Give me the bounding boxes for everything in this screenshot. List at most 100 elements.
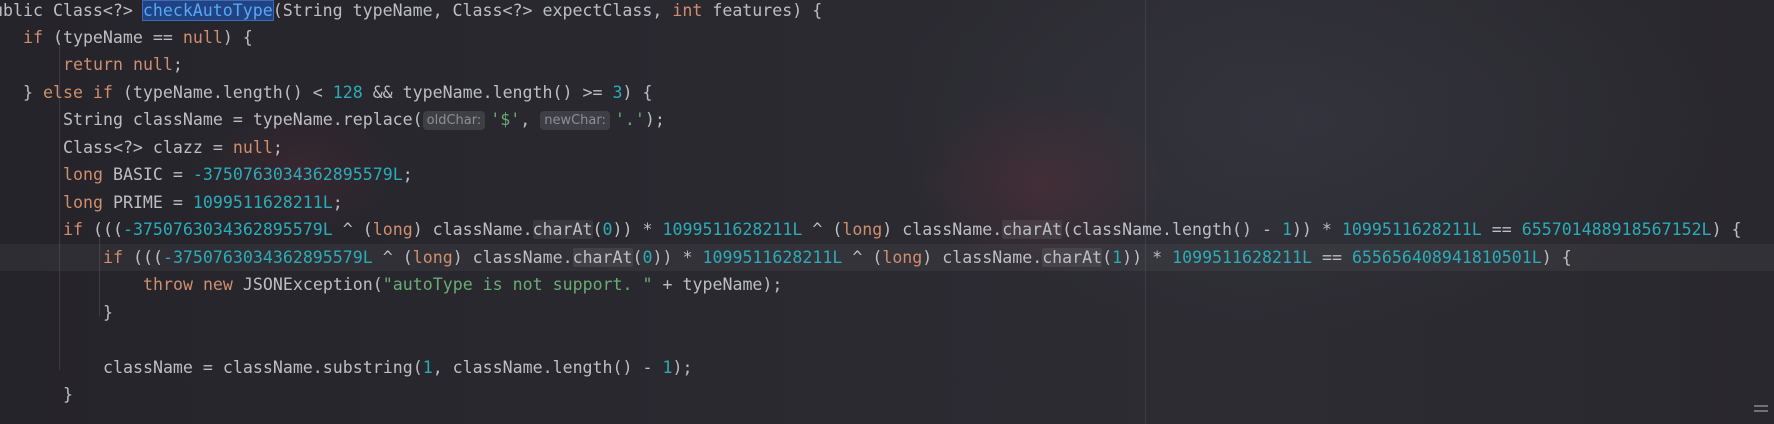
code-token: ^ (: [372, 248, 413, 267]
code-token: className = className.substring(: [103, 358, 423, 377]
code-token: ) className.: [882, 220, 1003, 239]
code-token: ublic Class<?>: [0, 1, 143, 20]
code-token: (: [592, 220, 603, 239]
code-token: );: [672, 358, 693, 377]
code-line-8[interactable]: long PRIME = 1099511628211L;: [63, 189, 343, 216]
code-token: ;: [332, 193, 343, 212]
code-token: , className.length() -: [432, 358, 663, 377]
code-token: && typeName.length() >=: [362, 83, 613, 102]
code-line-15[interactable]: }: [63, 381, 73, 408]
code-token: }: [63, 385, 73, 404]
code-token: (((: [82, 220, 123, 239]
char-literal: '.': [614, 110, 645, 129]
number-literal: -3750763034362895579L: [122, 220, 333, 239]
code-token: )) *: [1122, 248, 1173, 267]
parameter-hint-newchar: newChar:: [540, 111, 610, 130]
method-call: charAt: [572, 248, 633, 267]
keyword: else if: [42, 83, 113, 102]
code-token: ;: [272, 138, 283, 157]
code-line-11[interactable]: throw new JSONException("autoType is not…: [143, 271, 782, 298]
code-editor[interactable]: ublic Class<?> checkAutoType(String type…: [0, 0, 1774, 424]
method-call: charAt: [1042, 248, 1103, 267]
code-line-3[interactable]: return null;: [63, 51, 183, 78]
number-literal: 0: [602, 220, 613, 239]
keyword: long: [842, 220, 883, 239]
code-token: ) className.: [922, 248, 1043, 267]
number-literal: -3750763034362895579L: [192, 165, 403, 184]
code-token: ,: [520, 110, 541, 129]
code-token: ;: [402, 165, 413, 184]
code-token: ) {: [222, 28, 253, 47]
code-token: + typeName);: [652, 275, 783, 294]
keyword: if: [23, 28, 43, 47]
code-line-9[interactable]: if (((-3750763034362895579L ^ (long) cla…: [63, 216, 1742, 243]
code-token: features) {: [702, 1, 823, 20]
code-token: BASIC =: [102, 165, 193, 184]
keyword: null: [132, 55, 173, 74]
code-token: ) {: [1711, 220, 1742, 239]
code-line-5[interactable]: String className = typeName.replace(oldC…: [63, 106, 665, 133]
code-line-4[interactable]: } else if (typeName.length() < 128 && ty…: [23, 79, 652, 106]
number-literal: 1: [662, 358, 673, 377]
code-token: (String typeName, Class<?> expectClass,: [272, 1, 673, 20]
code-token: ^ (: [842, 248, 883, 267]
code-token: ) {: [1541, 248, 1572, 267]
keyword: return: [63, 55, 123, 74]
scroll-marker-icon[interactable]: [1754, 405, 1768, 407]
code-token: Class<?> clazz =: [63, 138, 233, 157]
number-literal: -3750763034362895579L: [162, 248, 373, 267]
keyword: long: [882, 248, 923, 267]
number-literal: 1099511628211L: [1341, 220, 1482, 239]
keyword: if: [103, 248, 123, 267]
keyword: null: [182, 28, 223, 47]
code-token: );: [644, 110, 665, 129]
number-literal: 1099511628211L: [1172, 248, 1312, 267]
code-token: PRIME =: [102, 193, 193, 212]
method-name-selected[interactable]: checkAutoType: [141, 0, 274, 21]
number-literal: 128: [332, 83, 363, 102]
char-literal: '$': [490, 110, 521, 129]
code-line-7[interactable]: long BASIC = -3750763034362895579L;: [63, 161, 413, 188]
code-token: ^ (: [332, 220, 373, 239]
keyword: long: [63, 165, 103, 184]
code-token: )) *: [1291, 220, 1342, 239]
code-token: }: [103, 303, 113, 322]
code-token: (: [1102, 248, 1113, 267]
code-token: (((: [122, 248, 163, 267]
code-token: }: [23, 83, 43, 102]
code-line-6[interactable]: Class<?> clazz = null;: [63, 134, 283, 161]
keyword: null: [232, 138, 273, 157]
number-literal: 655701488918567152L: [1521, 220, 1712, 239]
code-token: JSONException(: [232, 275, 383, 294]
code-token: ==: [1481, 220, 1522, 239]
string-literal: "autoType is not support. ": [382, 275, 653, 294]
code-line-1[interactable]: ublic Class<?> checkAutoType(String type…: [0, 0, 822, 24]
indent-guide: [99, 234, 100, 316]
keyword: if: [63, 220, 83, 239]
number-literal: 3: [612, 83, 623, 102]
code-token: )) *: [612, 220, 663, 239]
code-line-12[interactable]: }: [103, 299, 113, 326]
code-line-2[interactable]: if (typeName == null) {: [23, 24, 253, 51]
number-literal: 1: [422, 358, 433, 377]
code-token: (typeName.length() <: [112, 83, 333, 102]
code-token: ) className.: [412, 220, 533, 239]
code-token: ;: [172, 55, 183, 74]
number-literal: 1099511628211L: [662, 220, 803, 239]
keyword: int: [672, 1, 703, 20]
number-literal: 1: [1281, 220, 1292, 239]
code-line-10[interactable]: if (((-3750763034362895579L ^ (long) cla…: [103, 244, 1572, 271]
number-literal: 1: [1112, 248, 1123, 267]
method-call: charAt: [532, 220, 593, 239]
code-token: ) className.: [452, 248, 573, 267]
code-line-14[interactable]: className = className.substring(1, class…: [103, 354, 692, 381]
code-token: (: [632, 248, 643, 267]
code-token: (typeName ==: [42, 28, 183, 47]
keyword: throw new: [143, 275, 233, 294]
number-literal: 1099511628211L: [702, 248, 843, 267]
keyword: long: [372, 220, 413, 239]
right-margin-guide: [1145, 0, 1146, 424]
method-call: charAt: [1002, 220, 1063, 239]
code-token: ==: [1311, 248, 1352, 267]
code-token: ) {: [622, 83, 653, 102]
